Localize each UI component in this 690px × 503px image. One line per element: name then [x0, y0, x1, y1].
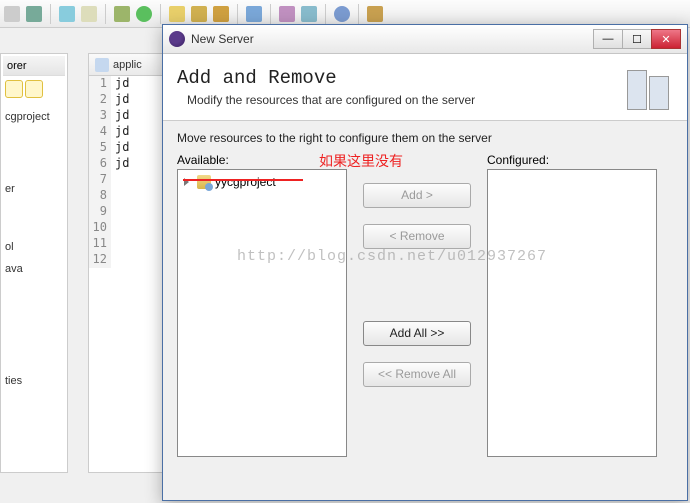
project-item[interactable]: ava [5, 258, 63, 280]
available-item[interactable]: yycgproject [180, 174, 344, 190]
annotation-underline [183, 179, 303, 181]
configured-list[interactable] [487, 169, 657, 457]
server-banner-icon [627, 64, 673, 110]
add-button[interactable]: Add > [363, 183, 471, 208]
project-item[interactable]: er [5, 178, 63, 200]
debug-icon[interactable] [114, 6, 130, 22]
configured-column: Configured: [487, 153, 657, 490]
toolbar-icon[interactable] [59, 6, 75, 22]
toolbar-separator [270, 4, 271, 24]
toolbar-separator [358, 4, 359, 24]
dialog-subheading: Modify the resources that are configured… [177, 93, 617, 107]
watermark-text: http://blog.csdn.net/u012937267 [237, 248, 347, 265]
add-all-button[interactable]: Add All >> [363, 321, 471, 346]
dialog-heading: Add and Remove [177, 67, 617, 89]
new-icon[interactable] [169, 6, 185, 22]
run-icon[interactable] [136, 6, 152, 22]
toolbar-separator [237, 4, 238, 24]
ext-icon[interactable] [279, 6, 295, 22]
search-icon[interactable] [246, 6, 262, 22]
editor-tab[interactable]: applic [89, 54, 162, 76]
collapse-icon[interactable] [5, 80, 23, 98]
team-icon[interactable] [301, 6, 317, 22]
transfer-buttons: Add > < Remove Add All >> << Remove All [357, 153, 477, 490]
transfer-columns: Available: yycgproject http://blog.csdn.… [177, 153, 673, 490]
dialog-title: New Server [191, 32, 588, 46]
toolbar-separator [160, 4, 161, 24]
project-item[interactable]: ol [5, 236, 63, 258]
toolbar-icon[interactable] [81, 6, 97, 22]
file-icon [95, 58, 109, 72]
editor-body: 1jd 2jd 3jd 4jd 5jd 6jd 7 8 9 10 11 12 [89, 76, 162, 268]
explorer-header: orer [3, 56, 65, 76]
window-buttons: — ☐ ✕ [594, 29, 681, 49]
project-item[interactable]: ties [5, 370, 63, 392]
minimize-button[interactable]: — [593, 29, 623, 49]
toolbar-separator [50, 4, 51, 24]
tab-label: applic [113, 59, 142, 71]
explorer-title: orer [7, 60, 27, 72]
link-icon[interactable] [25, 80, 43, 98]
maximize-button[interactable]: ☐ [622, 29, 652, 49]
toolbar-icon[interactable] [4, 6, 20, 22]
eclipse-icon [169, 31, 185, 47]
dialog-instruction: Move resources to the right to configure… [177, 131, 673, 145]
editor: applic 1jd 2jd 3jd 4jd 5jd 6jd 7 8 9 10 … [88, 53, 163, 473]
available-column: Available: yycgproject http://blog.csdn.… [177, 153, 347, 490]
annotation-text: 如果这里没有 [319, 151, 403, 171]
folder-icon[interactable] [213, 6, 229, 22]
dialog-header: Add and Remove Modify the resources that… [163, 54, 687, 121]
remove-all-button[interactable]: << Remove All [363, 362, 471, 387]
toolbar-icon[interactable] [26, 6, 42, 22]
explorer-items: cgproject er ol ava ties [3, 102, 65, 396]
new-server-dialog: New Server — ☐ ✕ Add and Remove Modify t… [162, 24, 688, 501]
close-button[interactable]: ✕ [651, 29, 681, 49]
dialog-body: Move resources to the right to configure… [163, 121, 687, 500]
explorer-tools [3, 76, 65, 102]
configured-label: Configured: [487, 153, 657, 167]
project-explorer: orer cgproject er ol ava ties [0, 53, 68, 473]
dialog-titlebar[interactable]: New Server — ☐ ✕ [163, 25, 687, 54]
toolbar-separator [105, 4, 106, 24]
project-item[interactable]: cgproject [5, 106, 63, 128]
user-icon[interactable] [367, 6, 383, 22]
item-label: yycgproject [215, 175, 276, 189]
available-list[interactable]: yycgproject http://blog.csdn.net/u012937… [177, 169, 347, 457]
package-icon[interactable] [191, 6, 207, 22]
remove-button[interactable]: < Remove [363, 224, 471, 249]
project-folder-icon [197, 175, 211, 189]
globe-icon[interactable] [334, 6, 350, 22]
toolbar-separator [325, 4, 326, 24]
